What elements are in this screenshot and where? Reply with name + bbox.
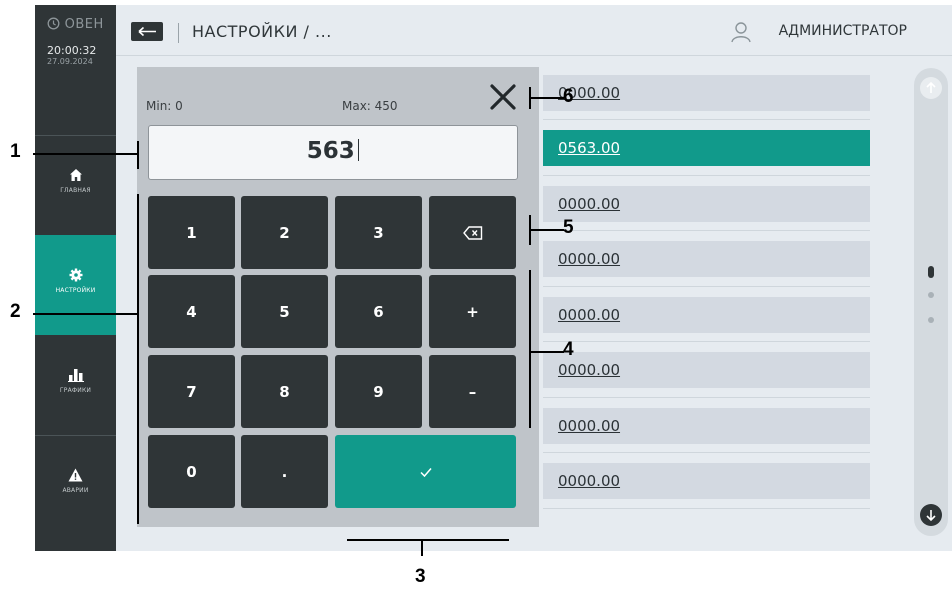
sidebar-item-label: ГРАФИКИ (59, 387, 92, 394)
user-name[interactable]: АДМИНИСТРАТОР (779, 23, 907, 39)
callout-line-1 (33, 153, 138, 155)
callout-bracket-4 (529, 270, 531, 428)
scroll-dot (928, 292, 934, 298)
sidebar-item-label: ГЛАВНАЯ (60, 187, 91, 194)
divider (543, 119, 870, 120)
min-label: Min: 0 (146, 99, 183, 113)
key-1[interactable]: 1 (148, 196, 235, 269)
field-value: 0000.00 (558, 472, 621, 490)
callout-number-5: 5 (563, 217, 574, 238)
callout-line-4 (529, 351, 564, 353)
arrow-down-icon (926, 510, 936, 522)
callout-number-6: 6 (563, 86, 574, 107)
warning-icon (35, 467, 116, 486)
field-value: 0000.00 (558, 250, 621, 268)
field-value: 0000.00 (558, 195, 621, 213)
key-decimal-point[interactable]: . (241, 435, 328, 508)
gear-icon (35, 267, 116, 286)
value-input[interactable]: 563 (148, 125, 518, 180)
callout-number-3: 3 (415, 566, 426, 587)
home-icon (35, 167, 116, 186)
field-value: 0000.00 (558, 361, 621, 379)
max-label: Max: 450 (342, 99, 398, 113)
divider (543, 230, 870, 231)
arrow-left-icon (138, 26, 156, 37)
scroll-thumb[interactable] (928, 266, 934, 278)
field-value: 0563.00 (558, 139, 621, 157)
header: НАСТРОЙКИ / ... АДМИНИСТРАТОР (116, 5, 952, 56)
clock-icon (47, 17, 60, 30)
parameter-field[interactable]: 0000.00 (543, 408, 870, 444)
divider (543, 452, 870, 453)
user-icon (731, 22, 751, 43)
scroll-down-button[interactable] (920, 504, 942, 526)
backspace-icon (462, 225, 482, 240)
plus-button[interactable]: + (429, 275, 516, 348)
callout-bracket-3 (347, 539, 509, 541)
parameter-field[interactable]: 0000.00 (543, 352, 870, 388)
back-button[interactable] (131, 22, 163, 41)
close-button[interactable] (488, 82, 518, 112)
input-value: 563 (306, 138, 355, 164)
callout-bracket-1 (137, 141, 139, 169)
field-value: 0000.00 (558, 306, 621, 324)
sidebar: ОВЕН 20:00:32 27.09.2024 ГЛАВНАЯ НАСТРОЙ… (35, 5, 116, 551)
clock-date: 27.09.2024 (47, 57, 93, 66)
callout-line-3 (421, 539, 423, 556)
scroll-up-button[interactable] (920, 77, 942, 99)
key-2[interactable]: 2 (241, 196, 328, 269)
callout-line-5 (529, 229, 564, 231)
confirm-button[interactable] (335, 435, 516, 508)
checkmark-icon (419, 467, 432, 477)
arrow-up-icon (926, 81, 936, 93)
parameter-field[interactable]: 0000.00 (543, 75, 870, 111)
sidebar-item-label: НАСТРОЙКИ (55, 287, 96, 294)
sidebar-item-charts[interactable]: ГРАФИКИ (35, 335, 116, 435)
minus-button[interactable]: – (429, 355, 516, 428)
callout-line-2 (33, 313, 138, 315)
callout-line-6 (529, 97, 564, 99)
parameter-field[interactable]: 0000.00 (543, 297, 870, 333)
callout-number-2: 2 (10, 301, 21, 322)
divider (178, 23, 179, 43)
text-caret (357, 139, 360, 161)
key-9[interactable]: 9 (335, 355, 422, 428)
sidebar-item-alarms[interactable]: АВАРИИ (35, 435, 116, 535)
scrollbar[interactable] (914, 68, 948, 536)
callout-number-4: 4 (563, 339, 574, 360)
brand-logo: ОВЕН (47, 17, 104, 32)
callout-bracket-2 (137, 194, 139, 524)
sidebar-item-main[interactable]: ГЛАВНАЯ (35, 135, 116, 235)
key-8[interactable]: 8 (241, 355, 328, 428)
divider (543, 397, 870, 398)
backspace-button[interactable] (429, 196, 516, 269)
scroll-dot (928, 317, 934, 323)
bar-chart-icon (35, 367, 116, 386)
numeric-keypad-dialog: Min: 0 Max: 450 563 1 2 3 4 5 6 + 7 8 9 … (137, 67, 539, 527)
key-4[interactable]: 4 (148, 275, 235, 348)
parameter-field[interactable]: 0000.00 (543, 186, 870, 222)
divider (543, 341, 870, 342)
parameter-field[interactable]: 0000.00 (543, 241, 870, 277)
clock-time: 20:00:32 (47, 44, 97, 57)
key-0[interactable]: 0 (148, 435, 235, 508)
key-7[interactable]: 7 (148, 355, 235, 428)
sidebar-item-settings[interactable]: НАСТРОЙКИ (35, 235, 116, 335)
divider (543, 508, 870, 509)
breadcrumb: НАСТРОЙКИ / ... (192, 22, 332, 41)
key-6[interactable]: 6 (335, 275, 422, 348)
close-icon (490, 84, 516, 110)
divider (543, 175, 870, 176)
field-value: 0000.00 (558, 417, 621, 435)
parameter-field[interactable]: 0000.00 (543, 463, 870, 499)
key-3[interactable]: 3 (335, 196, 422, 269)
brand-name: ОВЕН (64, 17, 104, 32)
callout-number-1: 1 (10, 141, 21, 162)
key-5[interactable]: 5 (241, 275, 328, 348)
divider (543, 286, 870, 287)
parameter-field-active[interactable]: 0563.00 (543, 130, 870, 166)
sidebar-item-label: АВАРИИ (62, 487, 89, 494)
